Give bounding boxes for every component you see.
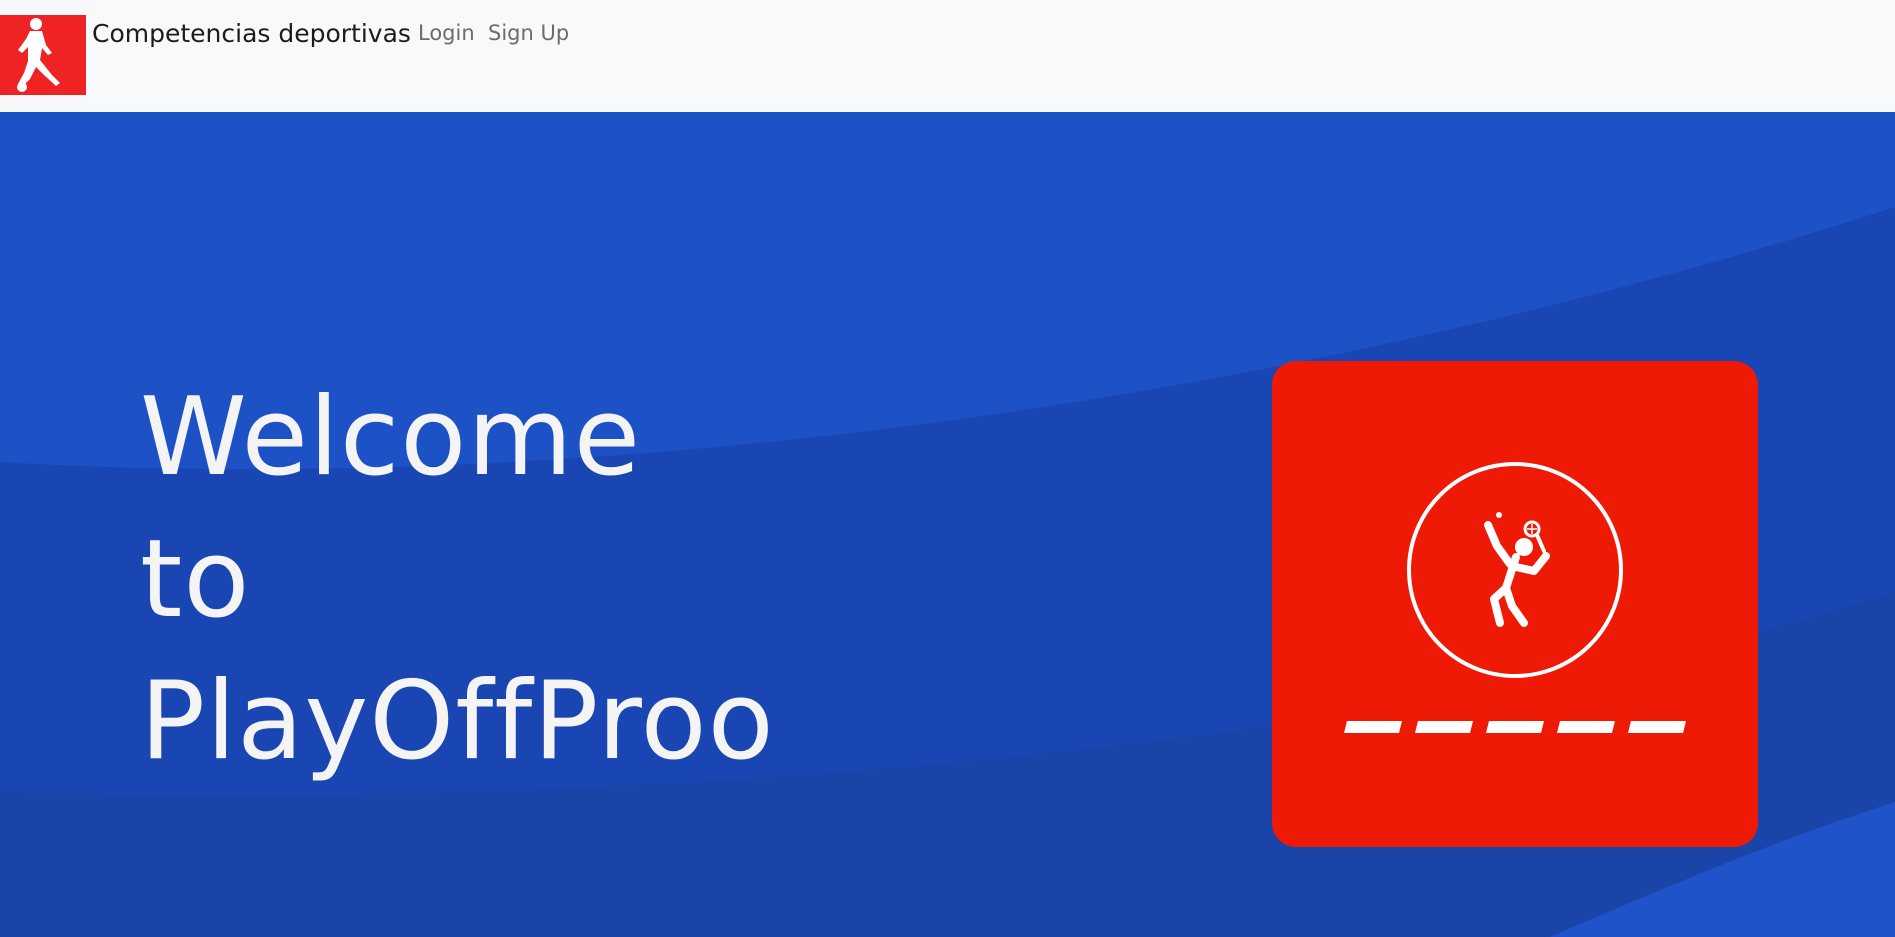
welcome-line: PlayOffProo <box>140 659 775 784</box>
login-link[interactable]: Login <box>418 21 475 45</box>
brand-title[interactable]: Competencias deportivas <box>92 19 411 48</box>
hero-section: Welcome to PlayOffProo <box>0 112 1895 937</box>
tennis-player-icon <box>1344 462 1686 733</box>
signup-link[interactable]: Sign Up <box>488 21 569 45</box>
welcome-heading: Welcome to PlayOffProo <box>140 367 775 793</box>
welcome-line: to <box>140 517 251 642</box>
welcome-line: Welcome <box>140 375 642 500</box>
soccer-player-icon[interactable] <box>0 15 86 95</box>
navbar: Competencias deportivas Login Sign Up <box>0 0 1895 112</box>
sport-card <box>1272 361 1758 847</box>
